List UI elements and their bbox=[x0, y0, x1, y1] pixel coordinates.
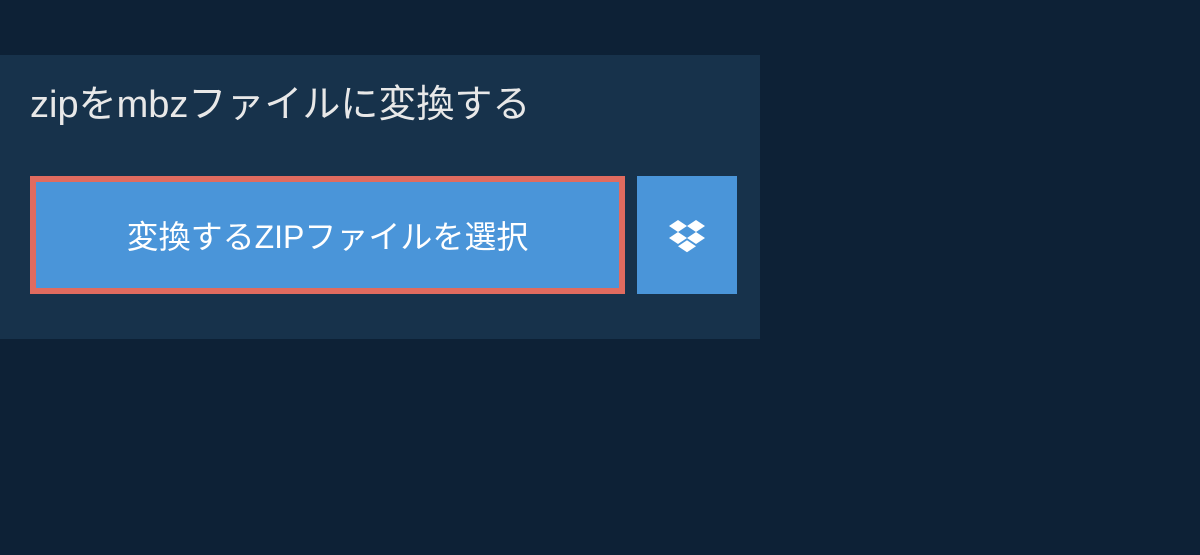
page-title: zipをmbzファイルに変換する bbox=[30, 84, 530, 126]
action-row: 変換するZIPファイルを選択 bbox=[0, 146, 760, 294]
dropbox-button[interactable] bbox=[637, 176, 737, 294]
select-file-button[interactable]: 変換するZIPファイルを選択 bbox=[30, 176, 625, 294]
title-bar: zipをmbzファイルに変換する bbox=[0, 55, 560, 146]
select-file-label: 変換するZIPファイルを選択 bbox=[127, 212, 529, 258]
dropbox-icon bbox=[669, 217, 705, 253]
converter-panel: zipをmbzファイルに変換する 変換するZIPファイルを選択 bbox=[0, 55, 760, 339]
